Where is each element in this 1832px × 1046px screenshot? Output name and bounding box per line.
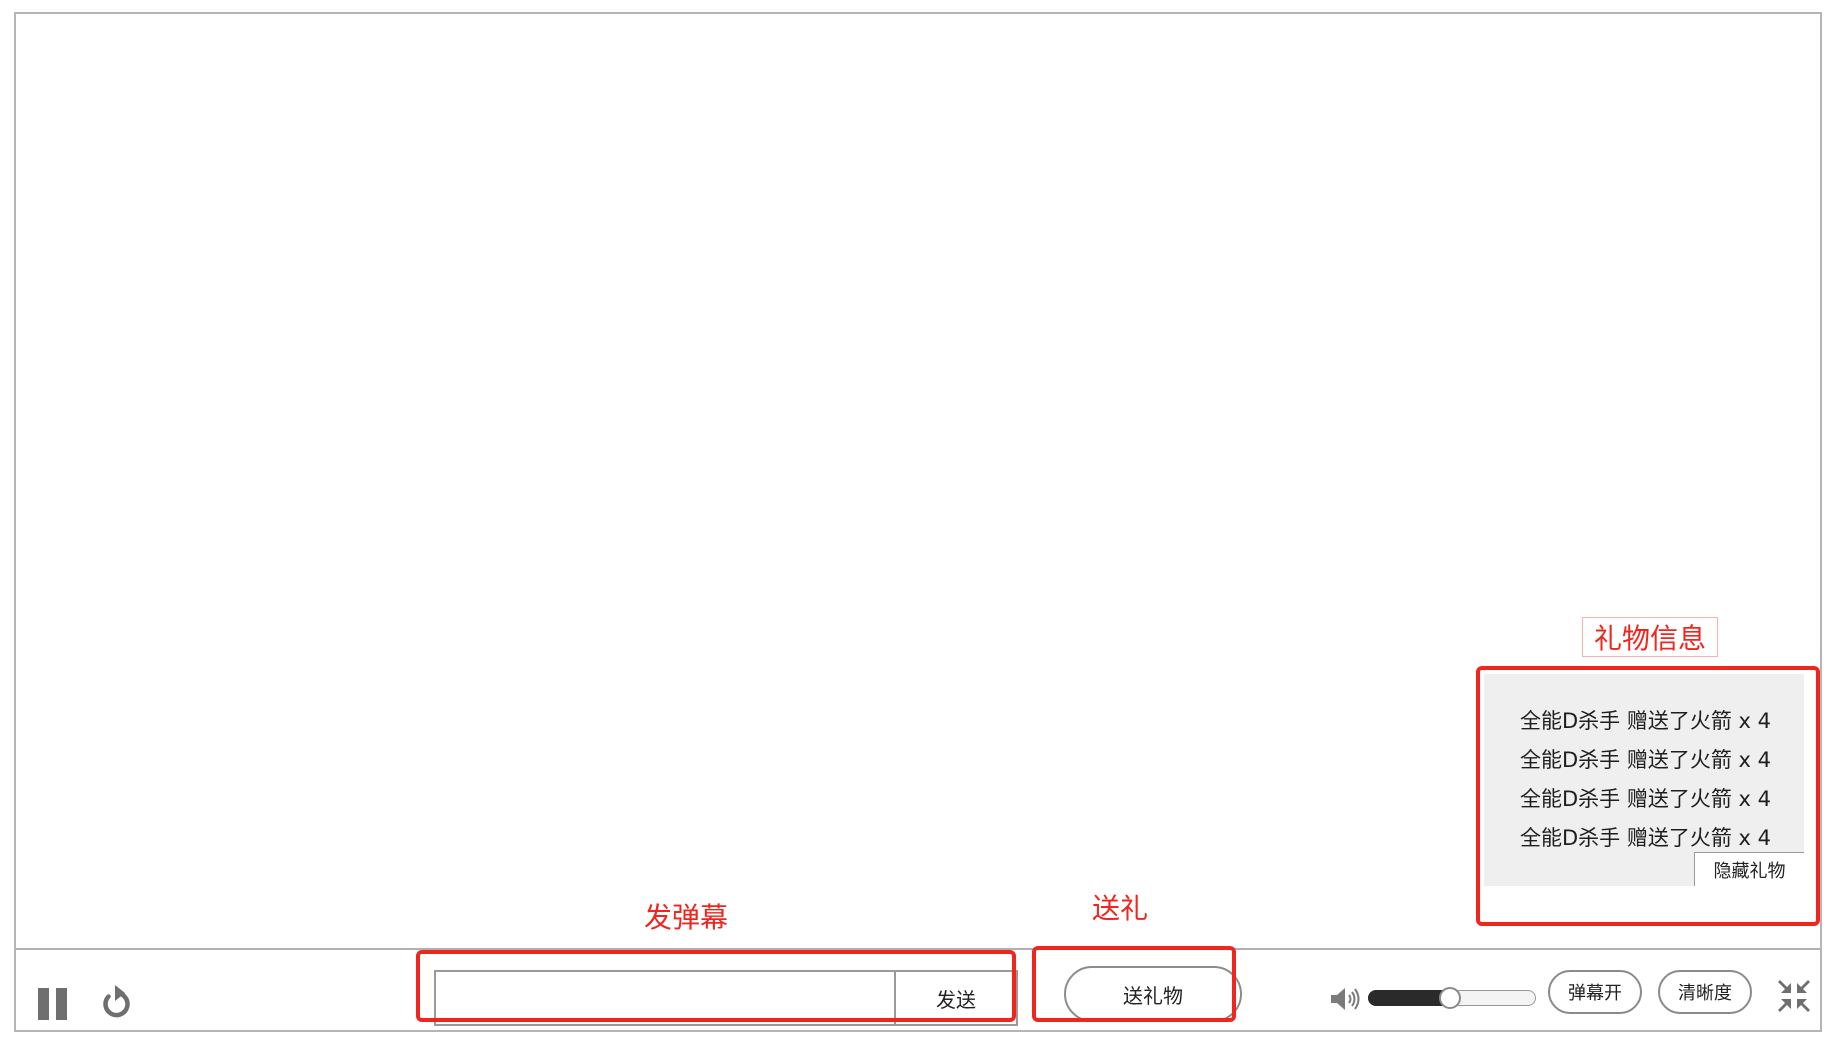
exit-fullscreen-icon: [1778, 980, 1810, 1012]
gift-info-annotation-box: [1476, 666, 1820, 926]
quality-button[interactable]: 清晰度: [1658, 970, 1752, 1014]
danmaku-annotation-box: [416, 950, 1016, 1022]
reload-icon: [103, 985, 130, 1018]
pause-icon: [38, 988, 49, 1020]
gift-annotation-label: 送礼: [1092, 892, 1149, 925]
volume-thumb[interactable]: [1438, 987, 1461, 1009]
danmaku-toggle-button[interactable]: 弹幕开: [1548, 970, 1642, 1014]
volume-fill: [1368, 990, 1448, 1006]
reload-button[interactable]: [94, 982, 138, 1026]
pause-button[interactable]: [38, 988, 68, 1020]
exit-fullscreen-button[interactable]: [1776, 978, 1812, 1014]
speaker-icon: [1331, 988, 1360, 1010]
volume-slider[interactable]: [1368, 987, 1536, 1009]
gift-info-annotation-label: 礼物信息: [1582, 617, 1718, 657]
volume-button[interactable]: [1328, 984, 1362, 1014]
gift-annotation-box: [1032, 946, 1236, 1022]
danmaku-annotation-label: 发弹幕: [644, 901, 729, 934]
